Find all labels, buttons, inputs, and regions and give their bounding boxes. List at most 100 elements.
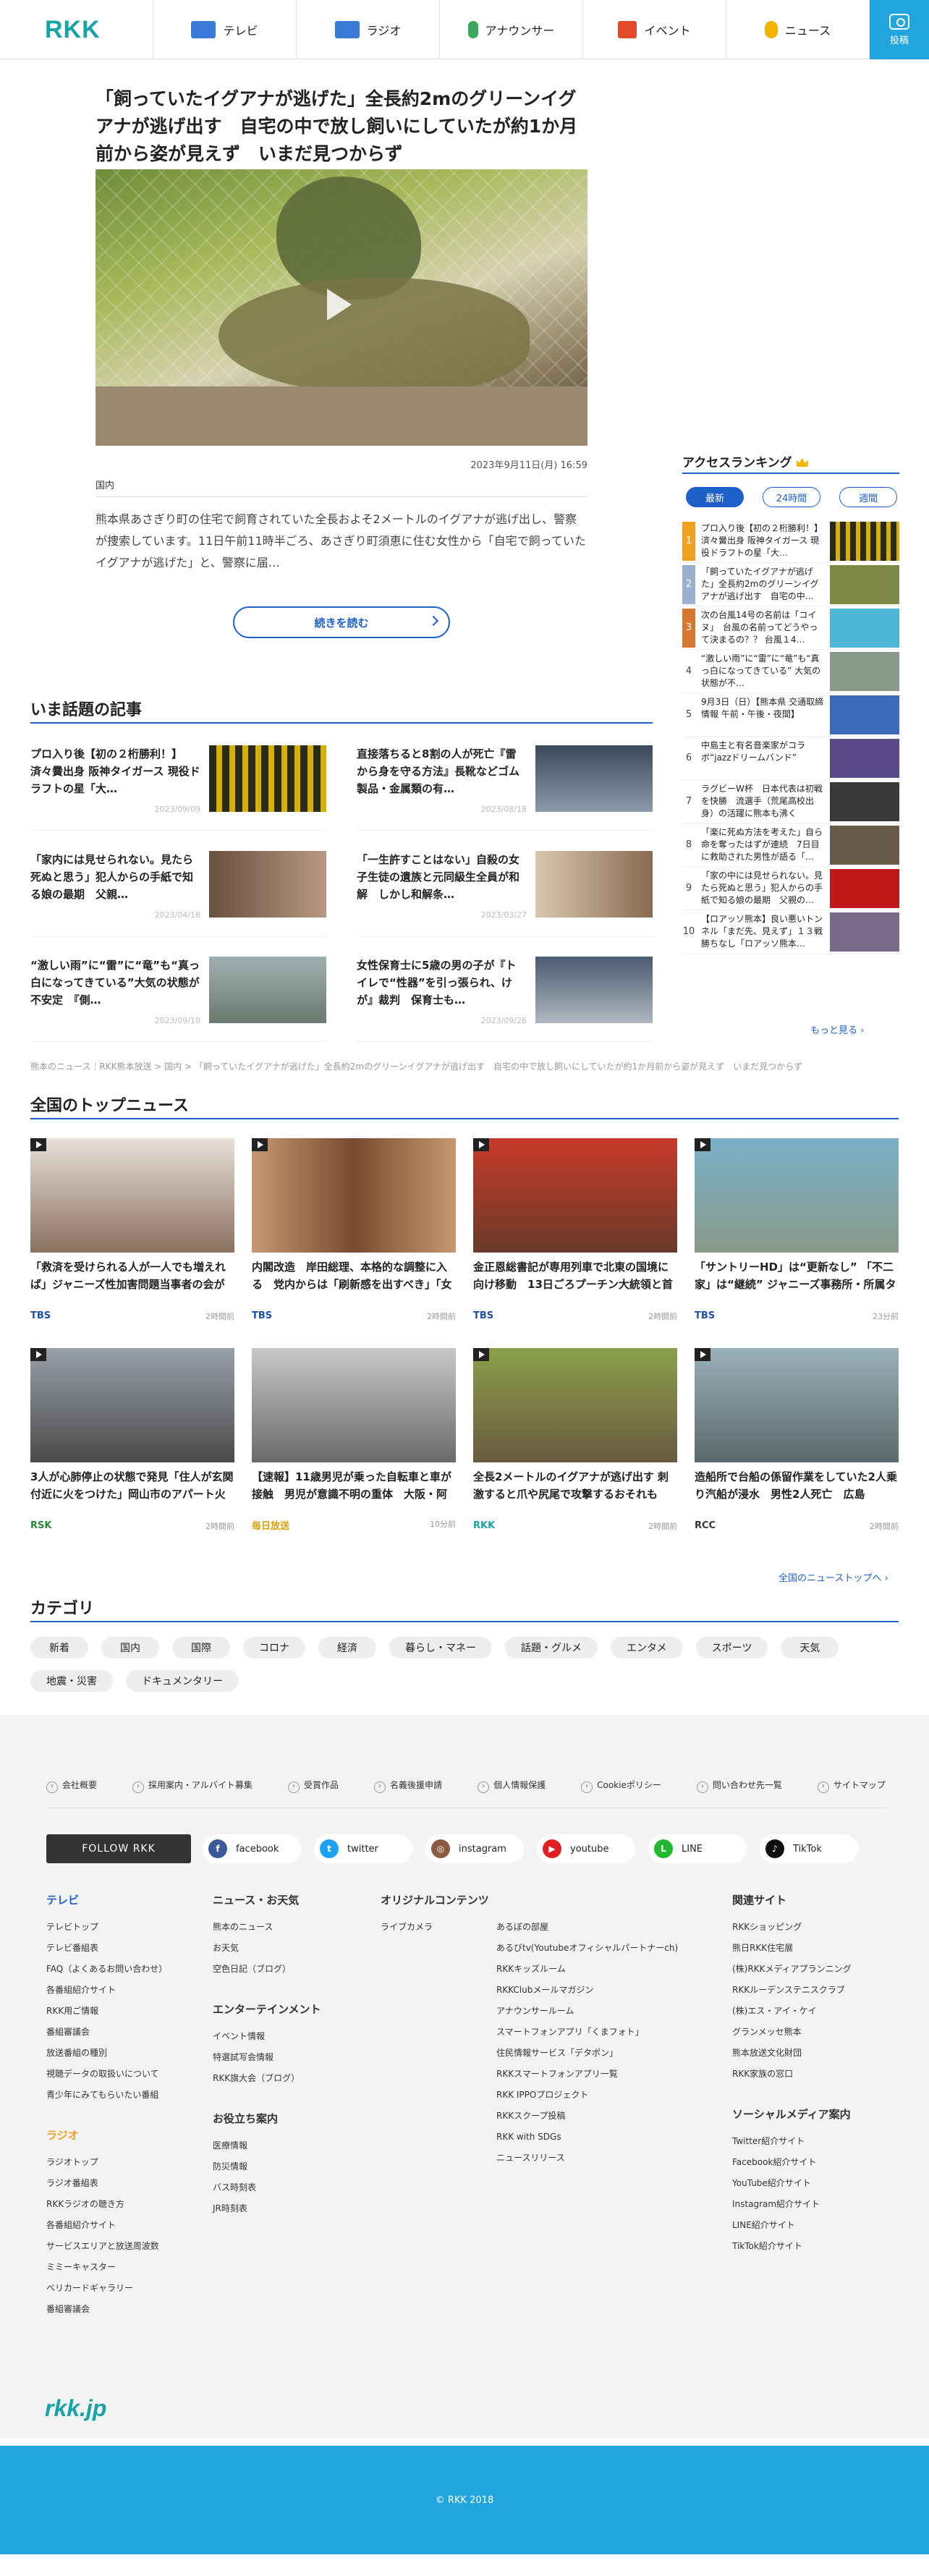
footer-link[interactable]: スマートフォンアプリ「くまフォト」 bbox=[496, 2022, 706, 2043]
footer-link[interactable]: テレビトップ bbox=[46, 1917, 213, 1938]
footer-link[interactable]: 防災情報 bbox=[213, 2156, 372, 2177]
ranking-more-link[interactable]: もっと見る › bbox=[810, 1022, 864, 1036]
footer-heading-social[interactable]: ソーシャルメディア案内 bbox=[732, 2106, 899, 2122]
footer-link[interactable]: 特選試写会情報 bbox=[213, 2047, 372, 2068]
footer-heading-related[interactable]: 関連サイト bbox=[732, 1892, 899, 1908]
breadcrumb[interactable]: 熊本のニュース｜RKK熊本放送 > 国内 > 「飼っていたイグアナが逃げた」全長… bbox=[30, 1060, 899, 1072]
ranking-item[interactable]: 2 「飼っていたイグアナが逃げた」全長約2mのグリーンイグアナが逃げ出す 自宅の中… bbox=[682, 563, 899, 606]
footer-link[interactable]: YouTube紹介サイト bbox=[732, 2173, 899, 2194]
tab-weekly[interactable]: 週間 bbox=[839, 487, 897, 507]
footer-link[interactable]: 名義後援申請 bbox=[374, 1779, 442, 1793]
national-news-item[interactable]: 内閣改造 岸田総理、本格的な調整に入る 党内からは「刷新感を出すべき」「女性閣僚… bbox=[252, 1138, 456, 1326]
ranking-item[interactable]: 6 中島主と有名音楽家がコラボ“jazzドリームバンド” bbox=[682, 737, 899, 780]
trending-item[interactable]: 「一生許すことはない」自殺の女子生徒の遺族と元同級生全員が和解 しかし和解条… 2… bbox=[357, 851, 653, 936]
category-chip[interactable]: エンタメ bbox=[611, 1637, 683, 1658]
tab-24h[interactable]: 24時間 bbox=[763, 487, 820, 507]
ranking-item[interactable]: 5 9月3日（日）【熊本県 交通取締情報 午前・午後・夜間】 bbox=[682, 693, 899, 737]
footer-link[interactable]: 空色日記（ブログ） bbox=[213, 1959, 372, 1980]
national-news-item[interactable]: 3人が心肺停止の状態で発見「住人が玄関付近に火をつけた」岡山市のアパート火災 RS… bbox=[30, 1348, 234, 1536]
social-tiktok[interactable]: ♪ TikTok bbox=[760, 1834, 858, 1863]
social-instagram[interactable]: ◎ instagram bbox=[425, 1834, 524, 1863]
footer-link[interactable]: 医療情報 bbox=[213, 2135, 372, 2156]
footer-link[interactable]: 放送番組の種別 bbox=[46, 2043, 213, 2064]
footer-link[interactable]: 各番組紹介サイト bbox=[46, 1980, 213, 2001]
footer-link[interactable]: RKKキッズルーム bbox=[496, 1959, 706, 1980]
footer-link[interactable]: アナウンサールーム bbox=[496, 2001, 706, 2022]
footer-link[interactable]: RKKスマートフォンアプリ一覧 bbox=[496, 2064, 706, 2085]
article-category[interactable]: 国内 bbox=[96, 478, 114, 491]
ranking-item[interactable]: 1 プロ入り後【初の２桁勝利！】済々黌出身 阪神タイガース 現役ドラフトの星「大… bbox=[682, 520, 899, 563]
footer-link[interactable]: Twitter紹介サイト bbox=[732, 2131, 899, 2152]
post-button[interactable]: 投稿 bbox=[870, 0, 929, 59]
national-more-link[interactable]: 全国のニューストップへ › bbox=[779, 1570, 888, 1584]
footer-link[interactable]: 熊本のニュース bbox=[213, 1917, 372, 1938]
trending-item[interactable]: プロ入り後【初の２桁勝利！】済々黌出身 阪神タイガース 現役ドラフトの星「大… 2… bbox=[30, 745, 326, 831]
footer-link[interactable]: Instagram紹介サイト bbox=[732, 2194, 899, 2215]
footer-link[interactable]: あるぼの部屋 bbox=[496, 1917, 706, 1938]
footer-link[interactable]: イベント情報 bbox=[213, 2026, 372, 2047]
footer-link[interactable]: 熊日RKK住宅展 bbox=[732, 1938, 899, 1959]
rkk-logo[interactable]: RKK bbox=[0, 0, 153, 59]
category-chip[interactable]: 国際 bbox=[172, 1637, 230, 1658]
footer-link[interactable]: Facebook紹介サイト bbox=[732, 2152, 899, 2173]
footer-heading-useful[interactable]: お役立ち案内 bbox=[213, 2111, 372, 2127]
social-line[interactable]: L LINE bbox=[648, 1834, 747, 1863]
footer-link[interactable]: テレビ番組表 bbox=[46, 1938, 213, 1959]
footer-link[interactable]: FAQ（よくあるお問い合わせ） bbox=[46, 1959, 213, 1980]
trending-item[interactable]: 直接落ちると8割の人が死亡『雷から身を守る方法』長靴などゴム製品・金属類の有… 2… bbox=[357, 745, 653, 831]
national-news-item[interactable]: 金正恩総書記が専用列車で北東の国境に向け移動 13日ごろプーチン大統領と首脳会談… bbox=[473, 1138, 677, 1326]
footer-link[interactable]: ライブカメラ bbox=[381, 1917, 496, 1938]
footer-heading-news[interactable]: ニュース・お天気 bbox=[213, 1892, 372, 1908]
footer-link[interactable]: JR時刻表 bbox=[213, 2198, 372, 2219]
social-youtube[interactable]: ▶ youtube bbox=[537, 1834, 635, 1863]
footer-link[interactable]: 問い合わせ先一覧 bbox=[697, 1779, 782, 1793]
category-chip[interactable]: ドキュメンタリー bbox=[126, 1670, 239, 1692]
trending-item[interactable]: 「家内には見せられない。見たら死ぬと思う」犯人からの手紙で知る娘の最期 父親… 2… bbox=[30, 851, 326, 936]
category-chip[interactable]: スポーツ bbox=[695, 1637, 768, 1658]
play-icon[interactable] bbox=[327, 289, 352, 321]
footer-link[interactable]: RKK用ご情報 bbox=[46, 2001, 213, 2022]
footer-link[interactable]: あるびtv(Youtubeオフィシャルパートナーch) bbox=[496, 1938, 706, 1959]
ranking-item[interactable]: 9 「家の中には見せられない。見たら死ぬと思う」犯人からの手紙で知る娘の最期 父親… bbox=[682, 867, 899, 910]
trending-item[interactable]: 女性保育士に5歳の男の子が『トイレで“性器”を引っ張られ、けが』裁判 保育士も…… bbox=[357, 957, 653, 1042]
footer-link[interactable]: ベリカードギャラリー bbox=[46, 2278, 213, 2299]
read-more-button[interactable]: 続きを読む bbox=[233, 606, 450, 638]
footer-link[interactable]: 視聴データの取扱いについて bbox=[46, 2064, 213, 2085]
category-chip[interactable]: コロナ bbox=[243, 1637, 305, 1658]
footer-link[interactable]: 番組審議会 bbox=[46, 2022, 213, 2043]
footer-link[interactable]: Cookieポリシー bbox=[581, 1779, 661, 1793]
footer-link[interactable]: (株)エス・アイ・ケイ bbox=[732, 2001, 899, 2022]
footer-link[interactable]: RKK家族の窓口 bbox=[732, 2064, 899, 2085]
national-news-item[interactable]: 「救済を受けられる人が一人でも増えれば」ジャニーズ性加害問題当事者の会が日弁連に… bbox=[30, 1138, 234, 1326]
footer-link[interactable]: 個人情報保護 bbox=[478, 1779, 546, 1793]
footer-link[interactable]: 受賞作品 bbox=[288, 1779, 339, 1793]
footer-link[interactable]: ミミーキャスター bbox=[46, 2257, 213, 2278]
footer-link[interactable]: RKKラジオの聴き方 bbox=[46, 2194, 213, 2215]
footer-link[interactable]: RKKスクープ投稿 bbox=[496, 2106, 706, 2127]
footer-link[interactable]: 住民情報サービス「デタポン」 bbox=[496, 2043, 706, 2064]
ranking-item[interactable]: 10 【ロアッソ熊本】良い悪いトンネル「まだ先、見えず」１３戦勝ちなし「ロアッソ熊… bbox=[682, 910, 899, 954]
footer-link[interactable]: RKKショッピング bbox=[732, 1917, 899, 1938]
footer-link[interactable]: 熊本放送文化財団 bbox=[732, 2043, 899, 2064]
rkk-jp-logo[interactable]: rkk.jp bbox=[45, 2395, 106, 2422]
footer-link[interactable]: RKK IPPOプロジェクト bbox=[496, 2085, 706, 2106]
nav-radio[interactable]: ラジオ bbox=[297, 0, 440, 59]
footer-heading-entertainment[interactable]: エンターテインメント bbox=[213, 2001, 372, 2017]
category-chip[interactable]: 話題・グルメ bbox=[505, 1637, 598, 1658]
category-chip[interactable]: 地震・災害 bbox=[30, 1670, 113, 1692]
footer-link[interactable]: RKKClubメールマガジン bbox=[496, 1980, 706, 2001]
footer-link[interactable]: サービスエリアと放送周波数 bbox=[46, 2236, 213, 2257]
footer-link[interactable]: 採用案内・アルバイト募集 bbox=[132, 1779, 253, 1793]
footer-link[interactable]: バス時刻表 bbox=[213, 2177, 372, 2198]
footer-link[interactable]: ニュースリリース bbox=[496, 2148, 706, 2169]
nav-announcer[interactable]: アナウンサー bbox=[440, 0, 583, 59]
footer-link[interactable]: サイトマップ bbox=[818, 1779, 886, 1793]
footer-link[interactable]: ラジオトップ bbox=[46, 2152, 213, 2173]
social-twitter[interactable]: t twitter bbox=[314, 1834, 412, 1863]
footer-heading-tv[interactable]: テレビ bbox=[46, 1892, 213, 1908]
trending-item[interactable]: “激しい雨”に“雷”に“竜”も“真っ白になってきている”大気の状態が不安定 『側… bbox=[30, 957, 326, 1042]
footer-link[interactable]: 会社概要 bbox=[46, 1779, 97, 1793]
footer-link[interactable]: RKK with SDGs bbox=[496, 2127, 706, 2148]
category-chip[interactable]: 国内 bbox=[101, 1637, 159, 1658]
footer-link[interactable]: ラジオ番組表 bbox=[46, 2173, 213, 2194]
